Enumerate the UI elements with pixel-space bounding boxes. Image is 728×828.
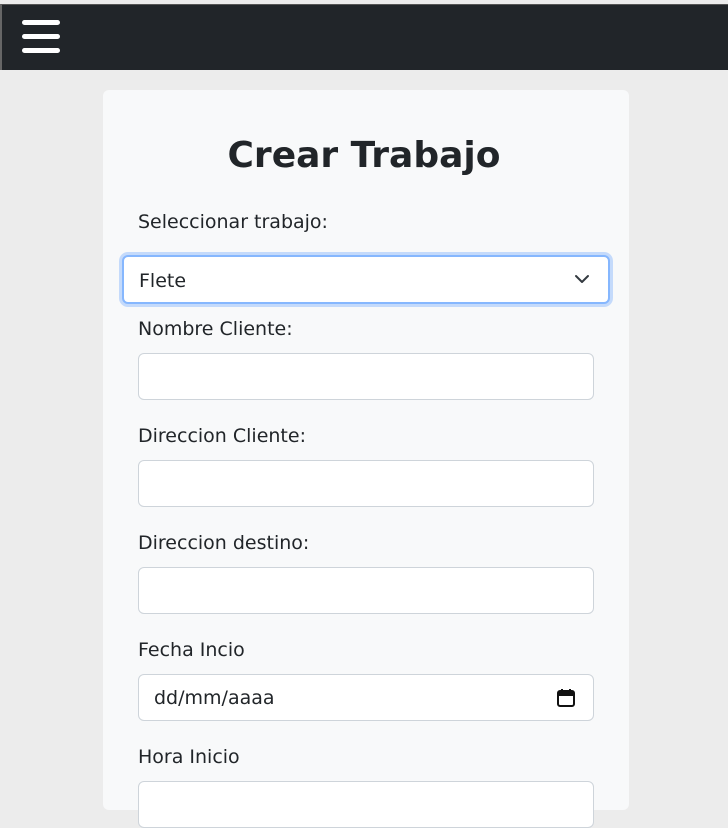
destination-address-label: Direccion destino: — [138, 532, 310, 554]
client-name-input[interactable] — [138, 353, 594, 400]
job-type-label: Seleccionar trabajo: — [138, 211, 328, 233]
destination-address-input[interactable] — [138, 567, 594, 614]
job-type-selected-value: Flete — [139, 270, 187, 292]
job-type-select[interactable]: Flete — [122, 255, 610, 304]
top-navbar — [0, 4, 728, 70]
page-title: Crear Trabajo — [227, 135, 501, 176]
start-date-placeholder: dd/mm/aaaa — [154, 687, 275, 709]
start-date-label: Fecha Incio — [138, 639, 245, 661]
calendar-icon[interactable] — [556, 688, 576, 708]
start-date-input[interactable]: dd/mm/aaaa — [138, 674, 594, 721]
chevron-down-icon — [575, 275, 589, 283]
client-address-label: Direccion Cliente: — [138, 425, 306, 447]
client-name-label: Nombre Cliente: — [138, 318, 293, 340]
start-time-input[interactable] — [138, 781, 594, 828]
client-address-input[interactable] — [138, 460, 594, 507]
hamburger-menu-icon[interactable] — [22, 20, 60, 54]
start-time-label: Hora Inicio — [138, 746, 240, 768]
